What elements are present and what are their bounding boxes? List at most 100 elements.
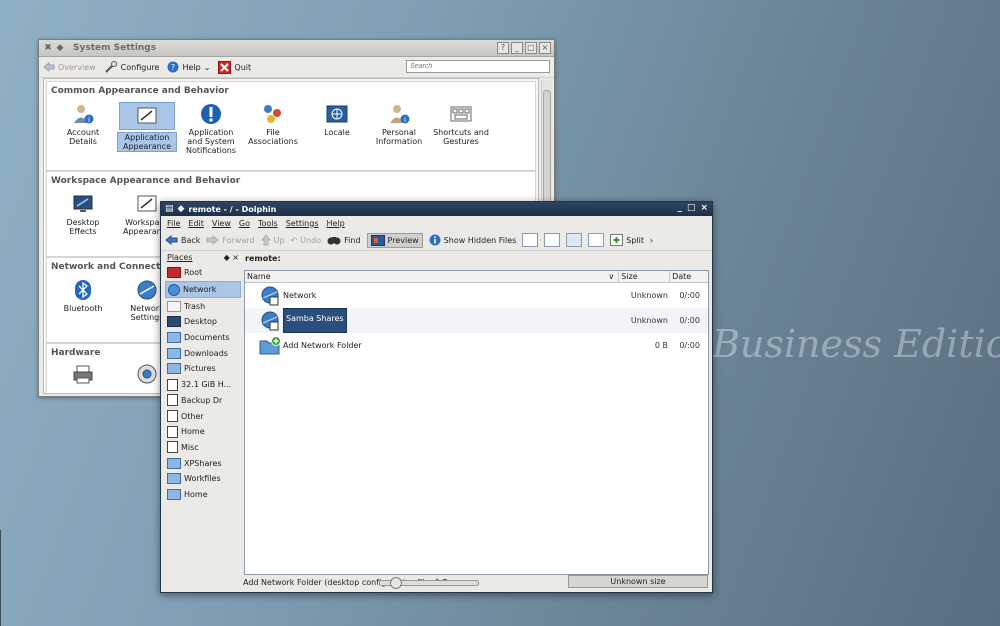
column-date[interactable]: Date <box>670 271 708 282</box>
settings-search-input[interactable] <box>406 60 550 73</box>
up-arrow-icon <box>260 234 271 246</box>
help-label: Help <box>182 62 201 72</box>
help-button[interactable]: ? Help ⌄ <box>167 61 210 73</box>
dolphin-window[interactable]: ▤ ◆ remote - / - Dolphin _ □ × File Edit… <box>160 201 713 593</box>
places-item-root[interactable]: Root <box>165 265 241 281</box>
item-shortcuts-gestures[interactable]: Shortcuts and Gestures <box>431 102 491 146</box>
dolphin-app-icon[interactable]: ▤ <box>165 204 174 214</box>
back-arrow-icon <box>165 235 178 245</box>
section-common-appearance: Common Appearance and Behavior i Account… <box>46 81 536 171</box>
svg-text:i: i <box>404 116 406 124</box>
settings-app-icon[interactable]: ✖ <box>43 43 53 53</box>
item-printer[interactable] <box>53 362 113 388</box>
split-button[interactable]: Split <box>610 234 644 246</box>
file-row-add-network-folder[interactable]: Add Network Folder 0 B 0/:00 <box>245 333 708 358</box>
places-title: Places <box>167 253 193 262</box>
panel-splitter[interactable] <box>241 270 243 573</box>
places-item-label: Documents <box>184 333 230 343</box>
menu-tools[interactable]: Tools <box>258 219 278 228</box>
file-row-samba-shares[interactable]: Samba Shares Unknown 0/:00 <box>245 308 708 333</box>
forward-button[interactable]: Forward <box>206 235 255 245</box>
item-locale[interactable]: Locale <box>307 102 367 137</box>
places-item-label: Backup Dr <box>181 395 223 405</box>
minimize-button[interactable]: _ <box>511 42 523 54</box>
item-label: Application Appearance <box>117 132 177 152</box>
window-menu-icon[interactable]: ◆ <box>55 43 65 53</box>
scrollbar-thumb[interactable] <box>543 90 551 210</box>
close-button[interactable]: × <box>700 203 708 213</box>
preview-button[interactable]: Preview <box>366 232 423 248</box>
file-row-network[interactable]: Network Unknown 0/:00 <box>245 283 708 308</box>
maximize-button[interactable]: □ <box>525 42 537 54</box>
places-item-label: Root <box>184 268 203 278</box>
menu-settings[interactable]: Settings <box>286 219 319 228</box>
info-icon <box>429 234 441 246</box>
column-size[interactable]: Size <box>619 271 671 282</box>
folder-icon <box>167 488 181 500</box>
item-account-details[interactable]: i Account Details <box>53 102 113 146</box>
settings-titlebar[interactable]: ✖ ◆ System Settings ? _ □ × <box>39 40 554 57</box>
file-view[interactable]: Name ∨ Size Date Network Unknown 0/:00 S… <box>244 270 709 575</box>
places-item-downloads[interactable]: Downloads <box>165 345 241 361</box>
file-date: 0/:00 <box>679 316 700 325</box>
places-item-desktop[interactable]: Desktop <box>165 314 241 330</box>
compact-view-button[interactable] <box>544 233 561 247</box>
item-notifications[interactable]: Application and System Notifications <box>181 102 241 155</box>
details-view-button[interactable] <box>566 233 583 247</box>
panel-controls[interactable]: ◆ × <box>224 253 239 265</box>
column-name-label: Name <box>247 272 271 281</box>
maximize-button[interactable]: □ <box>687 203 696 213</box>
svg-text:i: i <box>88 116 90 124</box>
places-item-backup-dr[interactable]: Backup Dr <box>165 393 241 409</box>
window-menu-icon[interactable]: ◆ <box>178 204 185 214</box>
toolbar-overflow-icon[interactable]: › <box>650 236 653 245</box>
places-panel: Places ◆ × Root Network Trash Desktop Docume… <box>165 253 241 573</box>
places-item-other[interactable]: Other <box>165 408 241 424</box>
overview-button[interactable]: Overview <box>43 62 96 72</box>
menu-file[interactable]: File <box>167 219 180 228</box>
location-bar[interactable]: remote: <box>245 254 281 263</box>
column-header: Name ∨ Size Date <box>245 271 708 283</box>
zoom-slider[interactable] <box>379 577 479 589</box>
dolphin-titlebar[interactable]: ▤ ◆ remote - / - Dolphin _ □ × <box>161 202 712 216</box>
up-button[interactable]: Up <box>260 234 285 246</box>
item-desktop-effects[interactable]: Desktop Effects <box>53 192 113 236</box>
item-application-appearance[interactable]: Application Appearance <box>117 102 177 152</box>
item-bluetooth[interactable]: Bluetooth <box>53 278 113 313</box>
places-item-network[interactable]: Network <box>165 280 241 299</box>
file-date: 0/:00 <box>679 341 700 350</box>
places-item-misc[interactable]: Misc <box>165 440 241 456</box>
close-button[interactable]: × <box>539 42 551 54</box>
column-name[interactable]: Name ∨ <box>245 271 620 282</box>
minimize-button[interactable]: _ <box>677 203 682 213</box>
item-file-associations[interactable]: File Associations <box>243 102 303 146</box>
places-item-trash[interactable]: Trash <box>165 298 241 314</box>
places-item-documents[interactable]: Documents <box>165 330 241 346</box>
menu-edit[interactable]: Edit <box>188 219 204 228</box>
places-item-xpshares[interactable]: XPShares <box>165 455 241 471</box>
item-personal-information[interactable]: i Personal Information <box>369 102 429 146</box>
back-button[interactable]: Back <box>165 235 200 245</box>
show-hidden-files-button[interactable]: Show Hidden Files <box>429 234 516 246</box>
find-button[interactable]: Find <box>327 235 361 245</box>
item-label: Desktop Effects <box>66 218 100 236</box>
network-globe-icon <box>134 278 160 302</box>
icons-view-button[interactable] <box>522 233 539 247</box>
configure-button[interactable]: Configure <box>104 61 159 73</box>
menu-view[interactable]: View <box>212 219 231 228</box>
places-item-home[interactable]: Home <box>165 487 241 503</box>
columns-view-button[interactable] <box>588 233 605 247</box>
menu-help[interactable]: Help <box>327 219 345 228</box>
quit-button[interactable]: Quit <box>218 60 251 74</box>
places-item-home[interactable]: Home <box>165 424 241 440</box>
places-item-workfiles[interactable]: Workfiles <box>165 471 241 487</box>
places-item-pictures[interactable]: Pictures <box>165 361 241 377</box>
menu-go[interactable]: Go <box>239 219 250 228</box>
item-label: Bluetooth <box>63 304 103 313</box>
undo-button[interactable]: ↶ Undo <box>291 236 322 245</box>
forward-label: Forward <box>222 235 255 245</box>
zoom-slider-handle[interactable] <box>390 577 402 589</box>
help-window-button[interactable]: ? <box>497 42 509 54</box>
places-item-label: Other <box>181 411 204 421</box>
places-item-32-1-gib-h[interactable]: 32.1 GiB H... <box>165 377 241 393</box>
